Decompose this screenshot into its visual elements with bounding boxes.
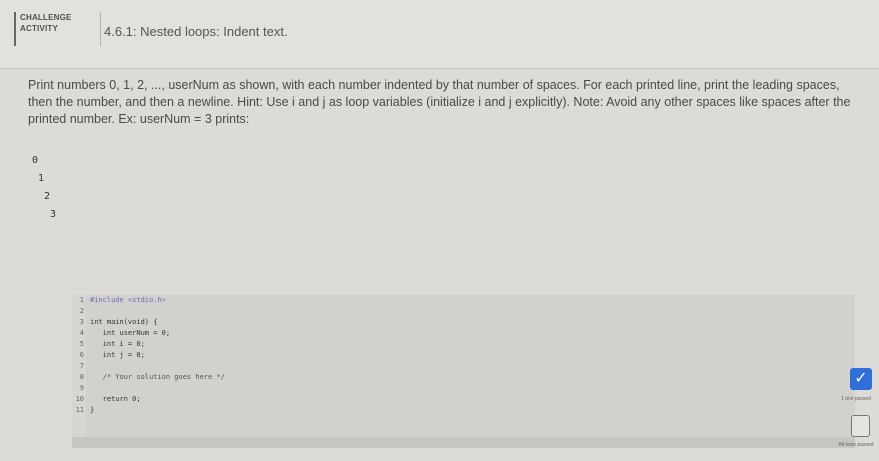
- line-number: 2: [79, 307, 84, 315]
- line-number: 1: [79, 296, 84, 304]
- code-line[interactable]: 10 return 0;: [72, 394, 141, 405]
- line-number: 7: [79, 362, 84, 370]
- code-line[interactable]: 7: [72, 361, 90, 372]
- empty-checkbox-icon: [851, 415, 870, 437]
- code-text: #include <stdio.h>: [90, 296, 166, 304]
- output-line: 1: [32, 173, 45, 184]
- test-passed-label: 1 test passed: [841, 396, 871, 402]
- activity-header: CHALLENGE ACTIVITY 4.6.1: Nested loops: …: [0, 0, 879, 69]
- code-text: }: [90, 406, 95, 414]
- code-text: int main(void) {: [90, 318, 158, 326]
- challenge-badge: CHALLENGE ACTIVITY: [14, 12, 101, 46]
- code-line[interactable]: 8 /* Your solution goes here */: [72, 372, 225, 383]
- line-number: 3: [79, 318, 84, 326]
- current-line-highlight: [72, 437, 855, 448]
- output-line: 0: [32, 155, 39, 166]
- code-line[interactable]: 5 int i = 0;: [72, 339, 145, 350]
- code-text: int userNum = 0;: [90, 329, 171, 337]
- code-line[interactable]: 11}: [72, 405, 95, 416]
- all-tests-label: All tests passed: [838, 442, 874, 448]
- activity-title: 4.6.1: Nested loops: Indent text.: [104, 24, 288, 39]
- code-line[interactable]: 1 #include <stdio.h>: [72, 295, 166, 306]
- code-line[interactable]: 4 int userNum = 0;: [72, 328, 170, 339]
- activity-content: Print numbers 0, 1, 2, ..., userNum as s…: [0, 69, 879, 461]
- code-text: int j = 0;: [90, 351, 145, 359]
- output-line: 2: [32, 191, 51, 202]
- prompt-text: Print numbers 0, 1, 2, ..., userNum as s…: [28, 78, 851, 126]
- code-text: int i = 0;: [90, 340, 145, 348]
- output-line: 3: [32, 209, 57, 220]
- code-line[interactable]: 3 int main(void) {: [72, 317, 158, 328]
- line-number: 5: [79, 340, 84, 348]
- check-icon: ✓: [850, 368, 872, 390]
- line-number: 6: [79, 351, 84, 359]
- line-number: 8: [79, 373, 84, 381]
- line-number: 4: [79, 329, 84, 337]
- line-number: 10: [75, 395, 84, 403]
- code-text: /* Your solution goes here */: [90, 373, 225, 381]
- code-line[interactable]: 2: [72, 306, 90, 317]
- badge-line1: CHALLENGE: [20, 13, 72, 22]
- code-line[interactable]: 9: [72, 383, 90, 394]
- badge-line2: ACTIVITY: [20, 24, 59, 33]
- line-number: 9: [79, 384, 84, 392]
- code-editor[interactable]: 1 #include <stdio.h> 2 3 int main(void) { …: [72, 295, 855, 448]
- code-text: return 0;: [90, 395, 141, 403]
- example-output: 0 1 2 3: [32, 155, 56, 227]
- code-line[interactable]: 6 int j = 0;: [72, 350, 145, 361]
- line-number: 11: [75, 406, 84, 414]
